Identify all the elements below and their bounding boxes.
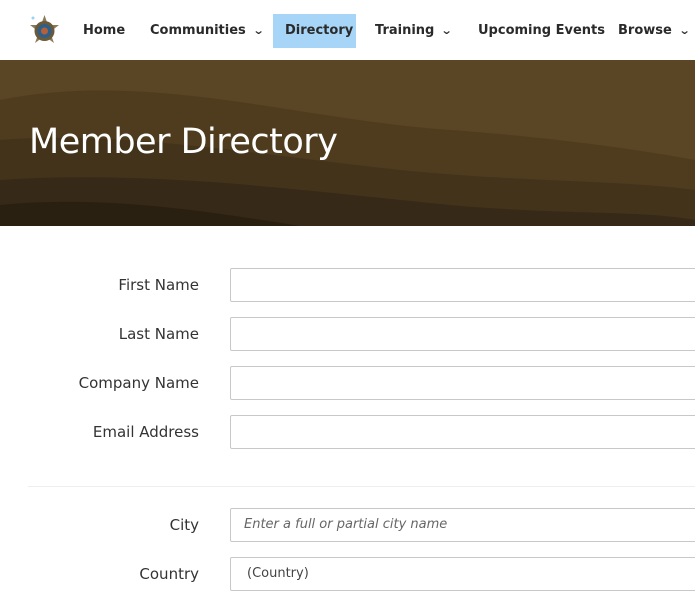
nav-upcoming-events-label: Upcoming Events [478,23,605,38]
country-row: Country (Country) [0,557,695,591]
city-row: City Enter a full or partial city name [0,508,695,542]
nav-upcoming-events[interactable]: Upcoming Events [466,14,617,48]
nav-browse-label: Browse [618,23,672,38]
country-select[interactable]: (Country) [230,557,695,591]
page-banner: Member Directory [0,60,695,226]
page-title: Member Directory [29,122,338,162]
chevron-down-icon: ⌄ [252,24,265,37]
logo-badge-icon[interactable] [28,14,61,47]
email-row: Email Address [0,415,695,449]
last-name-input[interactable] [230,317,695,351]
chevron-down-icon: ⌄ [678,24,691,37]
last-name-row: Last Name [0,317,695,351]
nav-home[interactable]: Home [71,14,137,48]
company-name-row: Company Name [0,366,695,400]
nav-directory-label: Directory [285,23,354,38]
nav-communities[interactable]: Communities ⌄ [138,14,275,48]
company-name-input[interactable] [230,366,695,400]
last-name-label: Last Name [118,325,199,343]
nav-home-label: Home [83,23,126,38]
email-input[interactable] [230,415,695,449]
section-divider [28,486,695,487]
city-label: City [169,516,199,534]
city-input[interactable]: Enter a full or partial city name [230,508,695,542]
first-name-input[interactable] [230,268,695,302]
first-name-label: First Name [118,276,199,294]
nav-browse[interactable]: Browse ⌄ [606,14,695,48]
country-label: Country [139,565,199,583]
top-navigation: Home Communities ⌄ Directory Training ⌄ Up… [0,0,695,60]
nav-training[interactable]: Training ⌄ [363,14,464,48]
chevron-down-icon: ⌄ [440,24,453,37]
email-label: Email Address [92,423,199,441]
nav-directory[interactable]: Directory [273,14,356,48]
nav-training-label: Training [375,23,435,38]
company-name-label: Company Name [78,374,199,392]
nav-communities-label: Communities [150,23,246,38]
first-name-row: First Name [0,268,695,302]
